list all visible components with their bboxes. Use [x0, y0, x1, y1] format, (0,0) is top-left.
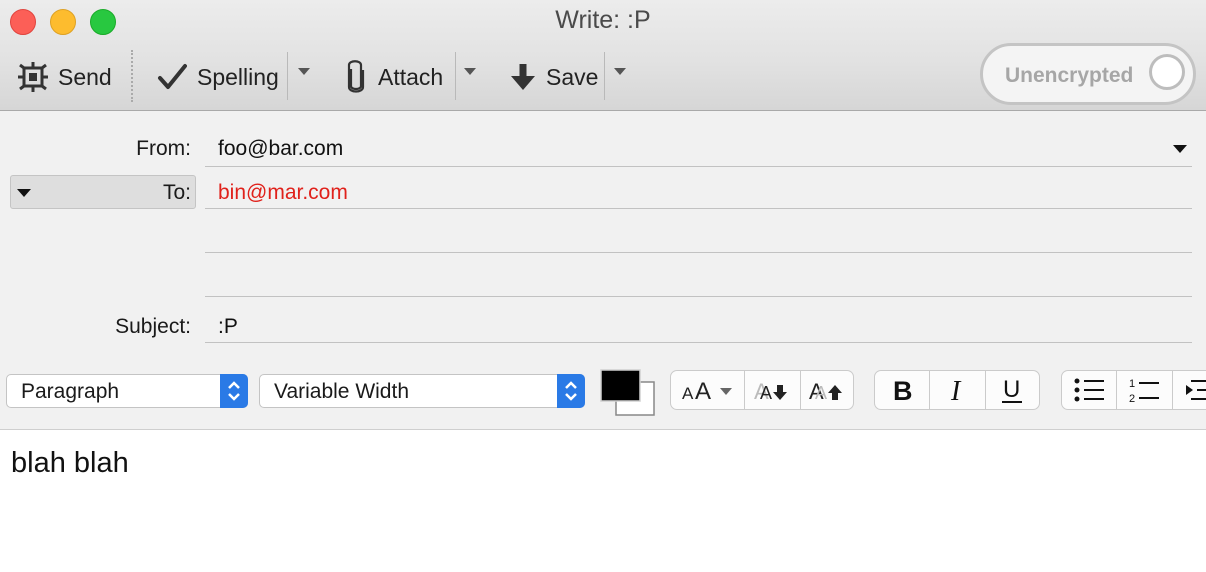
save-label: Save: [546, 63, 599, 90]
save-button[interactable]: Save: [510, 55, 598, 99]
underline-icon: U: [1002, 376, 1023, 403]
svg-text:1: 1: [1129, 378, 1135, 390]
svg-text:I: I: [950, 376, 962, 405]
bullet-list-button[interactable]: [1062, 371, 1118, 409]
toolbar-separator: [604, 52, 605, 100]
toolbar-divider: [131, 50, 133, 102]
subject-field[interactable]: :P: [218, 315, 238, 339]
window-title: Write: :P: [555, 6, 651, 34]
increase-font-size-button[interactable]: A A: [801, 371, 853, 409]
italic-icon: I: [950, 376, 962, 405]
message-body[interactable]: blah blah: [11, 447, 129, 480]
field-divider: [205, 166, 1192, 167]
svg-text:A: A: [760, 383, 772, 403]
svg-text:U: U: [1003, 376, 1020, 403]
outdent-icon: [1186, 380, 1206, 400]
toolbar-separator: [455, 52, 456, 100]
font-family-select[interactable]: Variable Width: [259, 374, 585, 408]
spelling-button[interactable]: Spelling: [157, 55, 279, 99]
recipient-type-popup[interactable]: To:: [10, 175, 196, 209]
bold-icon: B: [893, 376, 913, 405]
field-divider: [205, 296, 1192, 297]
svg-text:A: A: [682, 384, 694, 403]
from-dropdown-icon[interactable]: [1172, 143, 1188, 155]
paperclip-icon: [347, 60, 365, 93]
spelling-dropdown-icon[interactable]: [296, 64, 312, 80]
bold-button[interactable]: B: [875, 371, 931, 409]
font-bigger-icon: A A: [809, 379, 842, 404]
from-label: From:: [136, 137, 191, 160]
send-label: Send: [58, 63, 112, 90]
subject-label: Subject:: [115, 315, 191, 338]
svg-text:2: 2: [1129, 393, 1135, 403]
recipient-input-empty[interactable]: [205, 255, 1192, 295]
title-bar: Write: :P Send Spelling Attach Save Unen…: [0, 0, 1206, 111]
message-header: From: foo@bar.com To: bin@mar.com Subjec…: [0, 111, 1206, 430]
text-color-picker[interactable]: [600, 369, 656, 417]
bullet-list-icon: [1074, 378, 1105, 402]
underline-button[interactable]: U: [986, 371, 1039, 409]
svg-text:A: A: [695, 378, 711, 405]
attach-dropdown-icon[interactable]: [462, 64, 478, 80]
attach-button[interactable]: Attach: [344, 55, 443, 99]
font-family-value: Variable Width: [274, 380, 410, 403]
chevron-down-icon: [17, 189, 31, 197]
checkmark-icon: [158, 64, 187, 89]
text-color-swatch[interactable]: [600, 369, 641, 402]
svg-text:A: A: [815, 383, 827, 403]
font-size-controls: A A A A A A: [670, 370, 854, 410]
toolbar-separator: [287, 52, 288, 100]
field-divider: [205, 252, 1192, 253]
recipient-input-empty[interactable]: [205, 211, 1192, 251]
from-field[interactable]: foo@bar.com: [218, 137, 343, 161]
field-divider: [205, 208, 1192, 209]
numbered-list-icon: 1 2: [1129, 378, 1160, 403]
save-dropdown-icon[interactable]: [612, 64, 628, 80]
download-arrow-icon: [511, 64, 535, 90]
paragraph-style-value: Paragraph: [21, 380, 120, 403]
toggle-knob: [1149, 54, 1185, 90]
send-icon: [18, 62, 48, 92]
select-stepper-icon: [220, 374, 248, 408]
italic-button[interactable]: I: [930, 371, 986, 409]
font-size-menu[interactable]: A A: [671, 371, 746, 409]
numbered-list-button[interactable]: 1 2: [1117, 371, 1173, 409]
field-divider: [205, 342, 1192, 343]
text-style-controls: B I U: [874, 370, 1040, 410]
paragraph-style-select[interactable]: Paragraph: [6, 374, 248, 408]
encryption-label: Unencrypted: [1005, 64, 1134, 87]
svg-text:B: B: [893, 376, 913, 405]
font-size-icon: A A: [682, 378, 732, 405]
spelling-label: Spelling: [197, 63, 279, 90]
outdent-button[interactable]: [1173, 371, 1206, 409]
select-stepper-icon: [557, 374, 585, 408]
encryption-toggle[interactable]: Unencrypted: [980, 43, 1196, 105]
send-button[interactable]: Send: [18, 55, 112, 99]
font-smaller-icon: A A: [754, 379, 788, 404]
list-controls: 1 2: [1061, 370, 1206, 410]
decrease-font-size-button[interactable]: A A: [745, 371, 801, 409]
to-label: To:: [162, 181, 191, 204]
attach-label: Attach: [378, 63, 444, 90]
to-recipient[interactable]: bin@mar.com: [218, 181, 348, 205]
